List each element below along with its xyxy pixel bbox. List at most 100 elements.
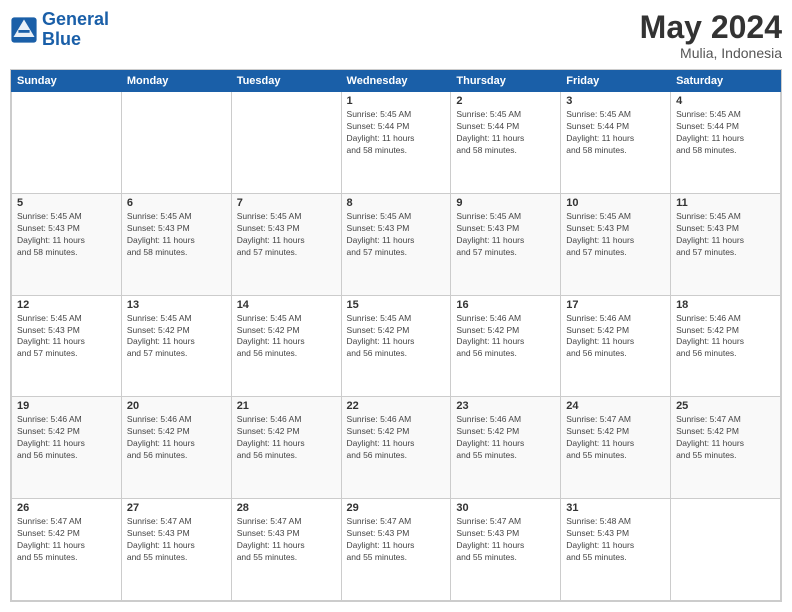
day-number: 13 xyxy=(127,299,226,311)
calendar-cell: 18 Sunrise: 5:46 AM Sunset: 5:42 PM Dayli… xyxy=(671,295,781,397)
calendar-week-row: 12Sunrise: 5:45 AM Sunset: 5:43 PM Dayli… xyxy=(12,295,781,397)
day-number: 5 xyxy=(17,197,116,209)
title-block: May 2024 Mulia, Indonesia xyxy=(640,10,782,61)
weekday-header: Saturday xyxy=(671,71,781,92)
day-number: 14 xyxy=(237,299,336,311)
calendar-cell: 6Sunrise: 5:45 AM Sunset: 5:43 PM Daylig… xyxy=(121,193,231,295)
weekday-row: SundayMondayTuesdayWednesdayThursdayFrid… xyxy=(12,71,781,92)
calendar-body: 1Sunrise: 5:45 AM Sunset: 5:44 PM Daylig… xyxy=(12,92,781,601)
calendar-week-row: 26 Sunrise: 5:47 AM Sunset: 5:42 PM Dayli… xyxy=(12,499,781,601)
calendar-week-row: 5 Sunrise: 5:45 AM Sunset: 5:43 PM Daylig… xyxy=(12,193,781,295)
logo-text: General Blue xyxy=(42,10,109,50)
weekday-header: Tuesday xyxy=(231,71,341,92)
day-number: 15 xyxy=(347,299,446,311)
day-number: 28 xyxy=(237,502,336,514)
day-number: 27 xyxy=(127,502,226,514)
day-number: 30 xyxy=(456,502,555,514)
logo-blue: Blue xyxy=(42,29,81,49)
day-number: 10 xyxy=(566,197,665,209)
calendar-cell: 3 Sunrise: 5:45 AM Sunset: 5:44 PM Daylig… xyxy=(561,92,671,194)
day-info: Sunrise: 5:45 AM Sunset: 5:42 PM Dayligh… xyxy=(347,313,446,361)
day-number: 6 xyxy=(127,197,226,209)
day-info: Sunrise: 5:45 AM Sunset: 5:43 PM Dayligh… xyxy=(17,211,116,259)
day-number: 3 xyxy=(566,95,665,107)
calendar-header: SundayMondayTuesdayWednesdayThursdayFrid… xyxy=(12,71,781,92)
day-number: 8 xyxy=(347,197,446,209)
calendar-cell: 15 Sunrise: 5:45 AM Sunset: 5:42 PM Dayli… xyxy=(341,295,451,397)
day-number: 19 xyxy=(17,400,116,412)
calendar-cell: 24 Sunrise: 5:47 AM Sunset: 5:42 PM Dayli… xyxy=(561,397,671,499)
day-info: Sunrise: 5:46 AM Sunset: 5:42 PM Dayligh… xyxy=(347,414,446,462)
day-number: 18 xyxy=(676,299,775,311)
day-number: 11 xyxy=(676,197,775,209)
calendar-cell: 7Sunrise: 5:45 AM Sunset: 5:43 PM Daylig… xyxy=(231,193,341,295)
day-number: 4 xyxy=(676,95,775,107)
day-info: Sunrise: 5:45 AM Sunset: 5:43 PM Dayligh… xyxy=(676,211,775,259)
day-info: Sunrise: 5:45 AM Sunset: 5:44 PM Dayligh… xyxy=(676,109,775,157)
calendar-cell: 10Sunrise: 5:45 AM Sunset: 5:43 PM Dayli… xyxy=(561,193,671,295)
day-info: Sunrise: 5:46 AM Sunset: 5:42 PM Dayligh… xyxy=(456,414,555,462)
calendar-cell: 25Sunrise: 5:47 AM Sunset: 5:42 PM Dayli… xyxy=(671,397,781,499)
calendar-cell xyxy=(671,499,781,601)
day-info: Sunrise: 5:45 AM Sunset: 5:42 PM Dayligh… xyxy=(237,313,336,361)
day-info: Sunrise: 5:45 AM Sunset: 5:44 PM Dayligh… xyxy=(566,109,665,157)
day-info: Sunrise: 5:45 AM Sunset: 5:43 PM Dayligh… xyxy=(456,211,555,259)
logo: General Blue xyxy=(10,10,109,50)
calendar-cell: 22 Sunrise: 5:46 AM Sunset: 5:42 PM Dayli… xyxy=(341,397,451,499)
day-info: Sunrise: 5:46 AM Sunset: 5:42 PM Dayligh… xyxy=(676,313,775,361)
calendar-cell: 16 Sunrise: 5:46 AM Sunset: 5:42 PM Dayli… xyxy=(451,295,561,397)
calendar-cell: 31 Sunrise: 5:48 AM Sunset: 5:43 PM Dayli… xyxy=(561,499,671,601)
weekday-header: Thursday xyxy=(451,71,561,92)
day-info: Sunrise: 5:45 AM Sunset: 5:44 PM Dayligh… xyxy=(347,109,446,157)
day-number: 23 xyxy=(456,400,555,412)
day-info: Sunrise: 5:46 AM Sunset: 5:42 PM Dayligh… xyxy=(17,414,116,462)
main-title: May 2024 xyxy=(640,10,782,45)
calendar-cell: 21Sunrise: 5:46 AM Sunset: 5:42 PM Dayli… xyxy=(231,397,341,499)
calendar-week-row: 1Sunrise: 5:45 AM Sunset: 5:44 PM Daylig… xyxy=(12,92,781,194)
calendar-cell: 12Sunrise: 5:45 AM Sunset: 5:43 PM Dayli… xyxy=(12,295,122,397)
day-info: Sunrise: 5:47 AM Sunset: 5:43 PM Dayligh… xyxy=(127,516,226,564)
header: General Blue May 2024 Mulia, Indonesia xyxy=(10,10,782,61)
day-number: 21 xyxy=(237,400,336,412)
day-number: 2 xyxy=(456,95,555,107)
day-info: Sunrise: 5:47 AM Sunset: 5:43 PM Dayligh… xyxy=(347,516,446,564)
day-info: Sunrise: 5:45 AM Sunset: 5:42 PM Dayligh… xyxy=(127,313,226,361)
day-number: 7 xyxy=(237,197,336,209)
calendar-cell: 13 Sunrise: 5:45 AM Sunset: 5:42 PM Dayli… xyxy=(121,295,231,397)
calendar-cell: 19 Sunrise: 5:46 AM Sunset: 5:42 PM Dayli… xyxy=(12,397,122,499)
day-number: 31 xyxy=(566,502,665,514)
logo-icon xyxy=(10,16,38,44)
weekday-header: Wednesday xyxy=(341,71,451,92)
day-number: 24 xyxy=(566,400,665,412)
day-number: 29 xyxy=(347,502,446,514)
calendar-cell xyxy=(121,92,231,194)
calendar-cell: 8 Sunrise: 5:45 AM Sunset: 5:43 PM Daylig… xyxy=(341,193,451,295)
day-number: 9 xyxy=(456,197,555,209)
weekday-header: Sunday xyxy=(12,71,122,92)
day-info: Sunrise: 5:48 AM Sunset: 5:43 PM Dayligh… xyxy=(566,516,665,564)
day-info: Sunrise: 5:45 AM Sunset: 5:43 PM Dayligh… xyxy=(347,211,446,259)
day-number: 26 xyxy=(17,502,116,514)
day-info: Sunrise: 5:47 AM Sunset: 5:43 PM Dayligh… xyxy=(237,516,336,564)
day-info: Sunrise: 5:46 AM Sunset: 5:42 PM Dayligh… xyxy=(456,313,555,361)
weekday-header: Monday xyxy=(121,71,231,92)
calendar-cell: 5 Sunrise: 5:45 AM Sunset: 5:43 PM Daylig… xyxy=(12,193,122,295)
logo-general: General xyxy=(42,9,109,29)
calendar-cell: 2Sunrise: 5:45 AM Sunset: 5:44 PM Daylig… xyxy=(451,92,561,194)
calendar-cell: 20Sunrise: 5:46 AM Sunset: 5:42 PM Dayli… xyxy=(121,397,231,499)
day-number: 17 xyxy=(566,299,665,311)
calendar-table: SundayMondayTuesdayWednesdayThursdayFrid… xyxy=(11,70,781,601)
day-info: Sunrise: 5:47 AM Sunset: 5:42 PM Dayligh… xyxy=(17,516,116,564)
day-info: Sunrise: 5:47 AM Sunset: 5:42 PM Dayligh… xyxy=(566,414,665,462)
page: General Blue May 2024 Mulia, Indonesia S… xyxy=(0,0,792,612)
day-number: 22 xyxy=(347,400,446,412)
calendar-cell: 23 Sunrise: 5:46 AM Sunset: 5:42 PM Dayli… xyxy=(451,397,561,499)
day-info: Sunrise: 5:46 AM Sunset: 5:42 PM Dayligh… xyxy=(566,313,665,361)
calendar-cell xyxy=(231,92,341,194)
calendar-cell: 26 Sunrise: 5:47 AM Sunset: 5:42 PM Dayli… xyxy=(12,499,122,601)
day-number: 16 xyxy=(456,299,555,311)
calendar-cell xyxy=(12,92,122,194)
calendar-cell: 29 Sunrise: 5:47 AM Sunset: 5:43 PM Dayli… xyxy=(341,499,451,601)
weekday-header: Friday xyxy=(561,71,671,92)
calendar-cell: 4 Sunrise: 5:45 AM Sunset: 5:44 PM Daylig… xyxy=(671,92,781,194)
